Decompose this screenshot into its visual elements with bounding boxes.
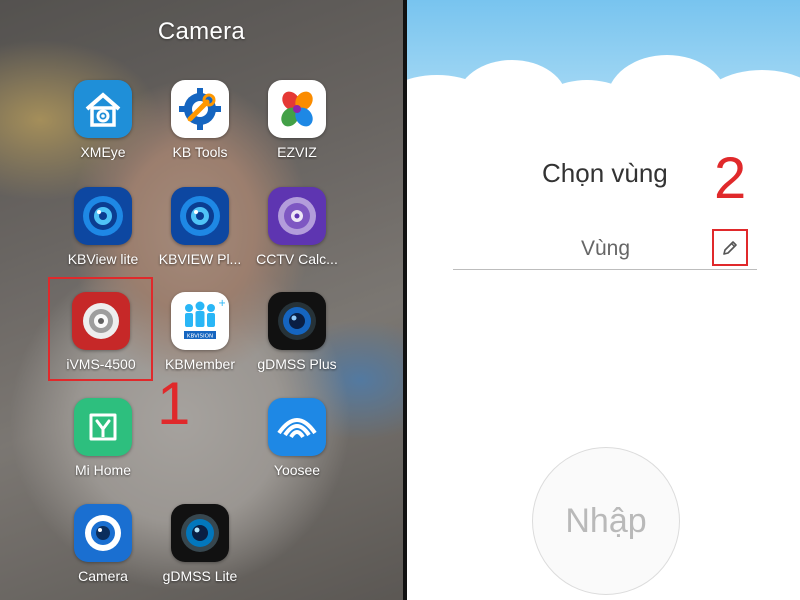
enter-button[interactable]: Nhập	[532, 447, 680, 595]
step-marker-2: 2	[714, 146, 747, 211]
app-label: KBVIEW Pl...	[158, 251, 242, 267]
app-kbview-lite[interactable]: KBView lite	[53, 187, 153, 267]
app-label: EZVIZ	[277, 144, 317, 160]
wrench-gear-icon	[171, 80, 229, 138]
camera-lens-icon	[268, 292, 326, 350]
highlight-box-step-2	[712, 229, 748, 266]
petals-logo-icon	[268, 80, 326, 138]
app-label: Yoosee	[273, 462, 321, 478]
app-kb-tools[interactable]: KB Tools	[150, 80, 250, 160]
app-gdmss-lite[interactable]: gDMSS Lite	[150, 504, 250, 584]
mi-home-icon	[74, 398, 132, 456]
region-placeholder: Vùng	[581, 237, 631, 260]
app-cctv-calculator[interactable]: CCTV Calc...	[247, 187, 347, 267]
people-icon: + KBVISION	[171, 292, 229, 350]
app-camera[interactable]: Camera	[53, 504, 153, 584]
step-marker-1: 1	[157, 370, 191, 437]
sky-header	[407, 0, 800, 150]
app-label: KB Tools	[172, 144, 228, 160]
kbvision-text: KBVISION	[187, 334, 213, 340]
camera-lens-icon	[171, 504, 229, 562]
app-label: CCTV Calc...	[256, 251, 338, 267]
app-yoosee[interactable]: Yoosee	[247, 398, 347, 478]
region-select-screen: Chọn vùng 2 Vùng Nhập	[407, 0, 800, 600]
camera-lens-icon	[171, 187, 229, 245]
app-label: Mi Home	[74, 462, 131, 478]
app-label: gDMSS Plus	[257, 356, 337, 372]
app-kbview-plus[interactable]: KBVIEW Pl...	[150, 187, 250, 267]
app-label: Camera	[78, 568, 128, 584]
house-camera-icon	[74, 80, 132, 138]
app-kbmember[interactable]: + KBVISION KBMember	[150, 292, 250, 372]
app-mi-home[interactable]: Mi Home	[53, 398, 153, 478]
camera-icon	[74, 504, 132, 562]
app-label: gDMSS Lite	[162, 568, 238, 584]
eye-arc-icon	[268, 398, 326, 456]
app-xmeye[interactable]: XMEye	[53, 80, 153, 160]
camera-lens-icon	[74, 187, 132, 245]
app-gdmss-plus[interactable]: gDMSS Plus	[247, 292, 347, 372]
highlight-box-step-1	[48, 277, 153, 381]
disc-icon	[268, 187, 326, 245]
home-screen-folder: Camera XMEye KB Tools EZVIZ KBView lite …	[0, 0, 403, 600]
app-label: XMEye	[80, 144, 126, 160]
app-label: KBView lite	[67, 251, 139, 267]
svg-text:+: +	[218, 298, 225, 309]
app-ezviz[interactable]: EZVIZ	[247, 80, 347, 160]
page-title: Chọn vùng	[542, 158, 668, 188]
folder-title[interactable]: Camera	[0, 18, 403, 46]
